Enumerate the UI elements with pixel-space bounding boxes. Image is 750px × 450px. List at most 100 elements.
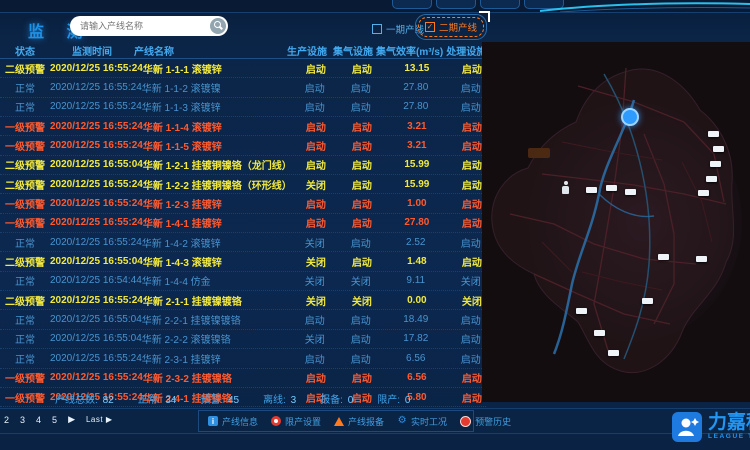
map-marker[interactable]: [706, 176, 717, 182]
map-marker[interactable]: [696, 256, 707, 262]
cell: 华新 2-3-1 挂镀锌: [142, 351, 292, 366]
last-page-button[interactable]: Last ▶: [86, 415, 113, 424]
table-row[interactable]: 一级预警2020/12/25 16:55:24华新 2-3-2 挂镀镍铬启动启动…: [0, 369, 486, 388]
table-row[interactable]: 一级预警2020/12/25 16:55:24华新 1-4-1 挂镀锌启动启动2…: [0, 214, 486, 233]
map-marker[interactable]: [576, 308, 587, 314]
cell: 9.11: [384, 275, 448, 286]
table-row[interactable]: 正常2020/12/25 16:55:24华新 1-1-3 滚镀锌启动启动27.…: [0, 98, 486, 117]
next-page-button[interactable]: ▶: [68, 414, 75, 425]
cell: 启动: [293, 157, 339, 172]
ghost-tab: [392, 0, 432, 9]
realtime-status-button[interactable]: 实时工况: [397, 415, 447, 428]
footer-button-label: 产线报备: [348, 415, 384, 428]
cell: 启动: [339, 119, 385, 134]
city-map-panel[interactable]: [482, 42, 750, 402]
cell: 华新 1-1-2 滚镀镍: [142, 80, 292, 95]
column-header: 集气设施: [330, 43, 376, 58]
cell: 2020/12/25 16:55:24: [50, 372, 143, 383]
column-header: 产线名称: [134, 43, 284, 58]
search-box[interactable]: [70, 16, 228, 36]
logo-subtitle: LEAGUE TECH: [708, 433, 750, 440]
warning-history-button[interactable]: 预警历史: [460, 415, 511, 428]
table-row[interactable]: 正常2020/12/25 16:55:24华新 1-1-2 滚镀镍启动启动27.…: [0, 78, 486, 97]
cell: 启动: [339, 61, 385, 76]
divider: [0, 433, 750, 434]
line-report-button[interactable]: 产线报备: [334, 415, 384, 428]
table-row[interactable]: 正常2020/12/25 16:55:04华新 2-2-2 滚镀镍铬关闭启动17…: [0, 330, 486, 349]
map-person-icon: [562, 181, 569, 194]
divider: [0, 408, 750, 409]
map-marker[interactable]: [608, 350, 619, 356]
cell: 启动: [338, 80, 384, 95]
cell: 启动: [292, 80, 338, 95]
production-limit-settings-button[interactable]: 限产设置: [271, 415, 321, 428]
map-marker[interactable]: [586, 187, 597, 193]
table-row[interactable]: 一级预警2020/12/25 16:55:24华新 1-2-3 挂镀锌启动启动1…: [0, 194, 486, 213]
table-row[interactable]: 一级预警2020/12/25 16:55:24华新 1-1-4 滚镀锌启动启动3…: [0, 117, 486, 136]
summary-item: 报备: 0: [320, 391, 353, 406]
search-icon[interactable]: [210, 18, 226, 34]
cell: 关闭: [293, 293, 339, 308]
table-row[interactable]: 二级预警2020/12/25 16:55:04华新 1-4-3 滚镀锌关闭启动1…: [0, 252, 486, 271]
column-header: 监测时间: [50, 43, 134, 58]
page-button[interactable]: 5: [52, 415, 57, 425]
column-header: 集气效率(m³/s): [376, 43, 443, 58]
map-marker[interactable]: [594, 330, 605, 336]
table-row[interactable]: 二级预警2020/12/25 16:55:04华新 1-2-1 挂镀铜镍铬（龙门…: [0, 156, 486, 175]
cell: 2020/12/25 16:55:24: [50, 198, 143, 209]
table-body: 二级预警2020/12/25 16:55:24华新 1-1-1 滚镀锌启动启动1…: [0, 59, 486, 407]
search-input[interactable]: [70, 16, 208, 36]
cell: 关闭: [338, 273, 384, 288]
cell: 一级预警: [0, 196, 50, 211]
map-marker[interactable]: [642, 298, 653, 304]
cell: 启动: [339, 254, 385, 269]
ghost-tab: [480, 0, 520, 9]
cell: 启动: [292, 312, 338, 327]
cell: 正常: [0, 235, 50, 250]
table-header: 状态监测时间产线名称生产设施集气设施集气效率(m³/s)处理设施: [0, 42, 486, 59]
info-icon: [208, 416, 218, 426]
map-marker[interactable]: [698, 190, 709, 196]
summary-item: 预警: 45: [200, 391, 239, 406]
table-row[interactable]: 二级预警2020/12/25 16:55:24华新 1-2-2 挂镀铜镍铬（环形…: [0, 175, 486, 194]
line-info-button[interactable]: 产线信息: [208, 415, 258, 428]
logo-name: 力嘉科技: [708, 412, 750, 433]
map-marker[interactable]: [713, 146, 724, 152]
table-row[interactable]: 正常2020/12/25 16:54:44华新 1-4-4 仿金关闭关闭9.11…: [0, 272, 486, 291]
map-zone-label: [528, 148, 550, 158]
page-button[interactable]: 2: [4, 415, 9, 425]
map-marker[interactable]: [658, 254, 669, 260]
ghost-tab: [436, 0, 476, 9]
page-button[interactable]: 3: [20, 415, 25, 425]
cell: 2020/12/25 16:55:04: [50, 333, 142, 344]
cell: 华新 1-1-4 滚镀锌: [143, 119, 293, 134]
cell: 1.00: [385, 198, 449, 209]
map-cluster-marker[interactable]: [621, 108, 639, 126]
cell: 华新 1-4-2 滚镀锌: [142, 235, 292, 250]
table-row[interactable]: 正常2020/12/25 16:55:24华新 2-3-1 挂镀锌启动启动6.5…: [0, 349, 486, 368]
cell: 2020/12/25 16:55:24: [50, 217, 143, 228]
realtime-icon: [397, 416, 407, 426]
header-bar: 监 测 一期产线 ✓ 二期产线: [0, 13, 750, 41]
page-button[interactable]: 4: [36, 415, 41, 425]
cell: 2020/12/25 16:55:24: [50, 63, 143, 74]
table-row[interactable]: 正常2020/12/25 16:55:24华新 1-4-2 滚镀锌关闭启动2.5…: [0, 233, 486, 252]
table-row[interactable]: 一级预警2020/12/25 16:55:24华新 1-1-5 滚镀锌启动启动3…: [0, 136, 486, 155]
cell: 一级预警: [0, 119, 50, 134]
cell: 6.56: [385, 372, 449, 383]
table-row[interactable]: 二级预警2020/12/25 16:55:24华新 2-1-1 挂镀镍镀铬关闭关…: [0, 291, 486, 310]
map-marker[interactable]: [710, 161, 721, 167]
cell: 18.49: [384, 314, 448, 325]
map-marker[interactable]: [708, 131, 719, 137]
cell: 启动: [339, 196, 385, 211]
phase2-line-button[interactable]: ✓ 二期产线: [415, 14, 487, 40]
summary-item: 正常: 34: [138, 391, 177, 406]
table-row[interactable]: 二级预警2020/12/25 16:55:24华新 1-1-1 滚镀锌启动启动1…: [0, 59, 486, 78]
cell: 二级预警: [0, 61, 50, 76]
cell: 华新 1-2-3 挂镀锌: [143, 196, 293, 211]
map-marker[interactable]: [625, 189, 636, 195]
table-row[interactable]: 正常2020/12/25 16:55:04华新 2-2-1 挂镀镍镀铬启动启动1…: [0, 310, 486, 329]
cell: 1.48: [385, 256, 449, 267]
map-marker[interactable]: [606, 185, 617, 191]
cell: 0.00: [385, 295, 449, 306]
